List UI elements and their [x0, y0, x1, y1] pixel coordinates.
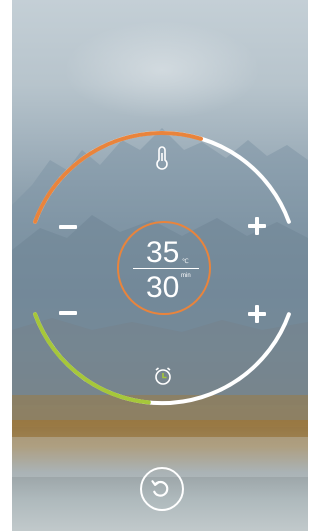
timer-increase-button[interactable] — [246, 303, 268, 325]
readout-divider — [133, 268, 199, 269]
temperature-unit: ℃ — [182, 259, 189, 265]
temperature-value: 35 — [146, 236, 180, 269]
back-button[interactable] — [140, 467, 184, 511]
temperature-increase-button[interactable] — [246, 215, 268, 237]
readout-circle: 35 ℃ 30 min — [117, 221, 211, 315]
timer-value: 30 — [146, 271, 180, 304]
thermometer-icon — [156, 146, 168, 170]
clock-hands — [162, 373, 167, 379]
timer-track — [33, 312, 291, 406]
temperature-decrease-button[interactable] — [57, 225, 79, 231]
temperature-track — [33, 130, 291, 224]
device-screen: 35 ℃ 30 min — [12, 0, 308, 531]
timer-level-arc[interactable] — [33, 312, 151, 405]
temperature-level-arc[interactable] — [33, 131, 203, 224]
return-icon — [151, 480, 169, 497]
timer-unit: min — [181, 273, 191, 279]
timer-decrease-button[interactable] — [57, 311, 79, 317]
